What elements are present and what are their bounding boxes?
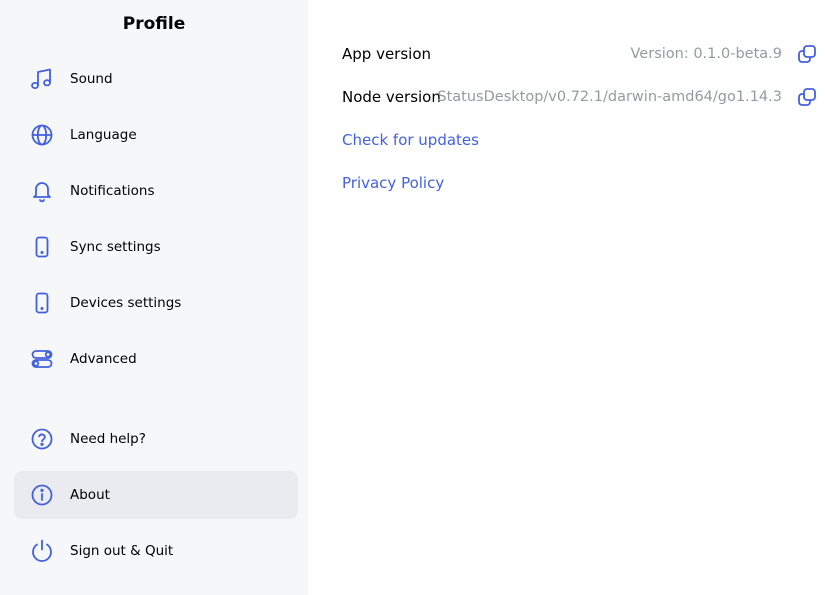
sidebar-item-label: Language bbox=[70, 127, 137, 143]
app-version-label: App version bbox=[342, 45, 432, 63]
node-version-row: Node version StatusDesktop/v0.72.1/darwi… bbox=[342, 82, 825, 112]
sidebar-item-label: Sync settings bbox=[70, 239, 161, 255]
privacy-policy-link[interactable]: Privacy Policy bbox=[342, 174, 444, 192]
node-version-label: Node version bbox=[342, 88, 441, 106]
app-version-row: App version Version: 0.1.0-beta.9 bbox=[342, 39, 825, 69]
sidebar-item-sound[interactable]: Sound bbox=[14, 55, 298, 103]
sidebar-item-language[interactable]: Language bbox=[14, 111, 298, 159]
check-updates-row: Check for updates bbox=[342, 125, 825, 155]
toggles-icon bbox=[28, 345, 56, 373]
sidebar-item-about[interactable]: About bbox=[14, 471, 298, 519]
sidebar-item-need-help[interactable]: Need help? bbox=[14, 415, 298, 463]
sidebar: Profile Sound Language Notifications Syn… bbox=[0, 0, 308, 595]
sidebar-item-advanced[interactable]: Advanced bbox=[14, 335, 298, 383]
sidebar-item-sign-out[interactable]: Sign out & Quit bbox=[14, 527, 298, 575]
sidebar-item-notifications[interactable]: Notifications bbox=[14, 167, 298, 215]
about-panel: App version Version: 0.1.0-beta.9 Node v… bbox=[308, 0, 825, 595]
sidebar-item-label: About bbox=[70, 487, 110, 503]
bell-icon bbox=[28, 177, 56, 205]
info-circle-icon bbox=[28, 481, 56, 509]
globe-icon bbox=[28, 121, 56, 149]
sidebar-item-label: Advanced bbox=[70, 351, 137, 367]
sidebar-item-label: Need help? bbox=[70, 431, 146, 447]
sidebar-item-devices-settings[interactable]: Devices settings bbox=[14, 279, 298, 327]
app-version-value: Version: 0.1.0-beta.9 bbox=[630, 46, 782, 62]
sidebar-item-label: Notifications bbox=[70, 183, 155, 199]
node-version-value: StatusDesktop/v0.72.1/darwin-amd64/go1.1… bbox=[437, 89, 782, 105]
copy-icon[interactable] bbox=[795, 85, 819, 109]
music-note-icon bbox=[28, 65, 56, 93]
sidebar-title: Profile bbox=[122, 14, 186, 34]
help-circle-icon bbox=[28, 425, 56, 453]
check-for-updates-link[interactable]: Check for updates bbox=[342, 131, 479, 149]
phone-icon bbox=[28, 233, 56, 261]
copy-icon[interactable] bbox=[795, 42, 819, 66]
sidebar-item-label: Sign out & Quit bbox=[70, 543, 174, 559]
privacy-policy-row: Privacy Policy bbox=[342, 168, 825, 198]
app-window: Profile Sound Language Notifications Syn… bbox=[0, 0, 825, 595]
sidebar-item-label: Devices settings bbox=[70, 295, 182, 311]
sidebar-item-sync-settings[interactable]: Sync settings bbox=[14, 223, 298, 271]
power-icon bbox=[28, 537, 56, 565]
phone-icon bbox=[28, 289, 56, 317]
sidebar-item-label: Sound bbox=[70, 71, 113, 87]
